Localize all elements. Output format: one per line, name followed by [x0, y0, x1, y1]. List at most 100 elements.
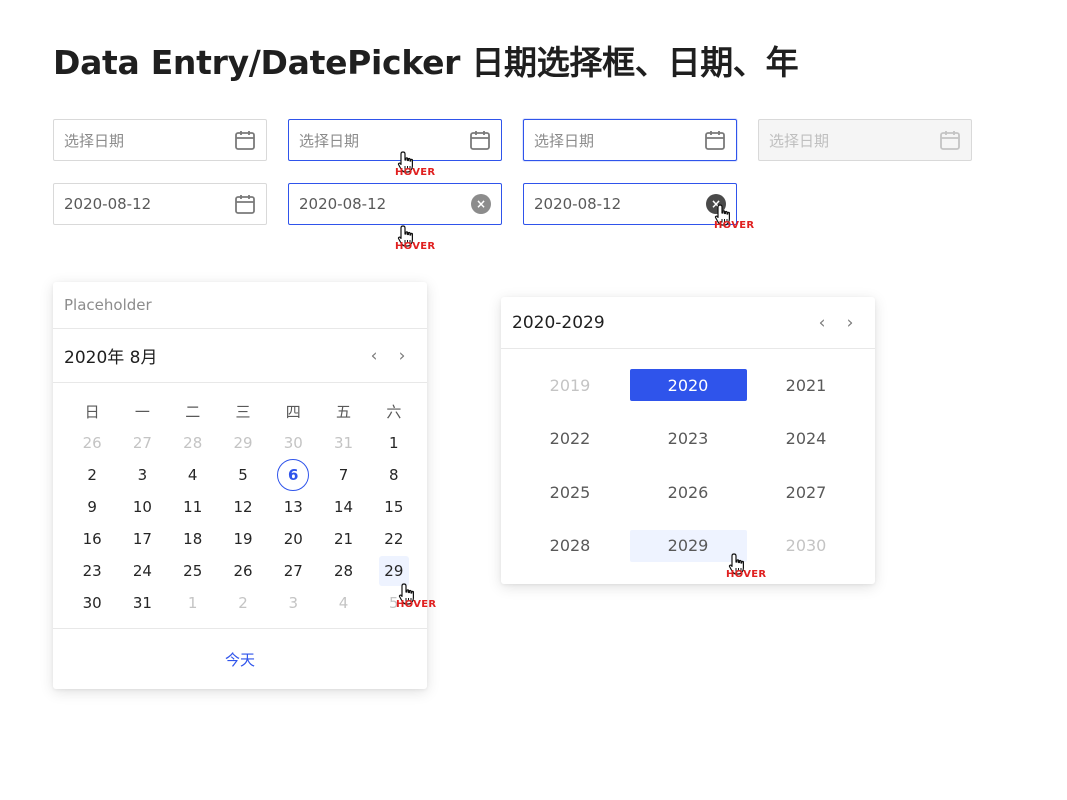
year-row: 2022 2023 2024: [511, 423, 865, 477]
calendar-day-number: 15: [384, 498, 404, 516]
year-label: 2021: [785, 375, 827, 395]
calendar-day-cell[interactable]: 2: [218, 587, 268, 619]
year-grid: 2019 2020 2021 2022 2023 2024 2025 2026 2027 2028…: [511, 369, 865, 583]
calendar-day-cell[interactable]: 6: [268, 459, 318, 491]
calendar-day-cell[interactable]: 15: [369, 491, 419, 523]
calendar-day-number: 6: [277, 459, 310, 491]
date-picker-value: 2020-08-12: [299, 195, 387, 213]
calendar-day-cell[interactable]: 5: [218, 459, 268, 491]
calendar-day-number: 3: [288, 594, 299, 612]
hover-label: HOVER: [395, 241, 436, 252]
date-picker-filled-clear-hover[interactable]: 2020-08-12 ×: [523, 183, 737, 225]
year-cell[interactable]: 2026: [629, 476, 747, 530]
today-button[interactable]: 今天: [53, 628, 427, 689]
calendar-day-cell[interactable]: 8: [369, 459, 419, 491]
calendar-day-cell[interactable]: 17: [117, 523, 167, 555]
calendar-day-cell[interactable]: 3: [268, 587, 318, 619]
calendar-day-cell[interactable]: 1: [168, 587, 218, 619]
calendar-day-cell[interactable]: 1: [369, 427, 419, 459]
year-label: 2024: [785, 429, 827, 448]
calendar-day-cell[interactable]: 26: [67, 427, 117, 459]
date-picker-default[interactable]: 选择日期: [53, 119, 267, 161]
calendar-day-cell[interactable]: 31: [117, 587, 167, 619]
date-picker-dropdown: Placeholder 2020年 8月 ‹ › 日一二三四五六 26 27 28 29…: [53, 282, 427, 689]
calendar-day-cell[interactable]: 28: [318, 555, 368, 587]
calendar-day-cell[interactable]: 29: [218, 427, 268, 459]
date-picker-filled[interactable]: 2020-08-12: [53, 183, 267, 225]
calendar-day-cell[interactable]: 12: [218, 491, 268, 523]
year-cell[interactable]: 2021: [747, 369, 865, 423]
dropdown-input-placeholder[interactable]: Placeholder: [53, 282, 427, 329]
calendar-day-cell[interactable]: 16: [67, 523, 117, 555]
hover-label: HOVER: [714, 220, 755, 231]
year-label: 2025: [549, 482, 591, 502]
next-month-button[interactable]: ›: [388, 342, 416, 370]
year-cell[interactable]: 2022: [511, 423, 629, 477]
calendar-icon: [469, 129, 491, 151]
calendar-day-number: 26: [233, 562, 253, 580]
year-cell[interactable]: 2025: [511, 476, 629, 530]
calendar-day-cell[interactable]: 14: [318, 491, 368, 523]
calendar-day-number: 27: [132, 434, 152, 452]
clear-circle-icon[interactable]: ×: [471, 194, 491, 214]
calendar-week-row: 2 3 4 5 6 7 8: [67, 459, 419, 491]
calendar-week-row: 9 10 11 12 13 14 15: [67, 491, 419, 523]
calendar-day-cell[interactable]: 20: [268, 523, 318, 555]
calendar-day-cell[interactable]: 22: [369, 523, 419, 555]
date-picker-focused[interactable]: 选择日期: [523, 119, 737, 161]
year-cell[interactable]: 2027: [747, 476, 865, 530]
year-picker-dropdown: 2020-2029 ‹ › 2019 2020 2021 2022 2023 2024 20…: [501, 297, 875, 584]
calendar-day-cell[interactable]: 30: [268, 427, 318, 459]
calendar-day-cell[interactable]: 30: [67, 587, 117, 619]
year-cell[interactable]: 2028: [511, 530, 629, 584]
calendar-day-number: 28: [334, 562, 354, 580]
calendar-day-cell[interactable]: 26: [218, 555, 268, 587]
calendar-day-number: 17: [132, 530, 152, 548]
prev-month-button[interactable]: ‹: [360, 342, 388, 370]
calendar-day-cell[interactable]: 3: [117, 459, 167, 491]
calendar-week-row: 16 17 18 19 20 21 22: [67, 523, 419, 555]
date-picker-hover[interactable]: 选择日期: [288, 119, 502, 161]
weekday-label: 二: [185, 402, 201, 421]
calendar-day-cell[interactable]: 2: [67, 459, 117, 491]
calendar-day-cell[interactable]: 27: [268, 555, 318, 587]
calendar-day-cell[interactable]: 13: [268, 491, 318, 523]
calendar-day-number: 22: [384, 530, 404, 548]
year-cell[interactable]: 2024: [747, 423, 865, 477]
calendar-day-cell[interactable]: 21: [318, 523, 368, 555]
calendar-day-cell[interactable]: 9: [67, 491, 117, 523]
calendar-day-cell[interactable]: 24: [117, 555, 167, 587]
month-title[interactable]: 2020年 8月: [64, 343, 360, 368]
calendar-day-cell[interactable]: 7: [318, 459, 368, 491]
calendar-week-row: 23 24 25 26 27 28 29: [67, 555, 419, 587]
year-cell[interactable]: 2023: [629, 423, 747, 477]
weekday-label: 五: [336, 402, 352, 421]
calendar-day-cell[interactable]: 27: [117, 427, 167, 459]
prev-decade-button[interactable]: ‹: [808, 309, 836, 337]
calendar-day-number: 4: [338, 594, 349, 612]
calendar-day-cell[interactable]: 10: [117, 491, 167, 523]
calendar-day-cell[interactable]: 25: [168, 555, 218, 587]
calendar-day-number: 8: [389, 466, 399, 484]
year-label: 2026: [667, 482, 709, 502]
calendar-day-number: 28: [183, 434, 203, 452]
calendar-day-cell[interactable]: 4: [168, 459, 218, 491]
year-panel-header: 2020-2029 ‹ ›: [501, 297, 875, 349]
calendar-day-cell[interactable]: 31: [318, 427, 368, 459]
next-decade-button[interactable]: ›: [836, 309, 864, 337]
calendar-day-number: 29: [233, 434, 253, 452]
calendar-day-cell[interactable]: 19: [218, 523, 268, 555]
decade-title[interactable]: 2020-2029: [512, 313, 808, 333]
calendar-day-cell[interactable]: 11: [168, 491, 218, 523]
date-picker-placeholder: 选择日期: [534, 131, 595, 150]
calendar-day-cell[interactable]: 18: [168, 523, 218, 555]
calendar-day-cell[interactable]: 28: [168, 427, 218, 459]
calendar-day-number: 5: [238, 466, 248, 484]
calendar-day-cell[interactable]: 23: [67, 555, 117, 587]
calendar-day-number: 7: [338, 466, 349, 484]
calendar-day-cell[interactable]: 4: [318, 587, 368, 619]
calendar-day-number: 25: [183, 562, 203, 580]
date-picker-filled-hover[interactable]: 2020-08-12 ×: [288, 183, 502, 225]
year-cell[interactable]: 2019: [511, 369, 629, 423]
year-cell[interactable]: 2020: [629, 369, 747, 423]
